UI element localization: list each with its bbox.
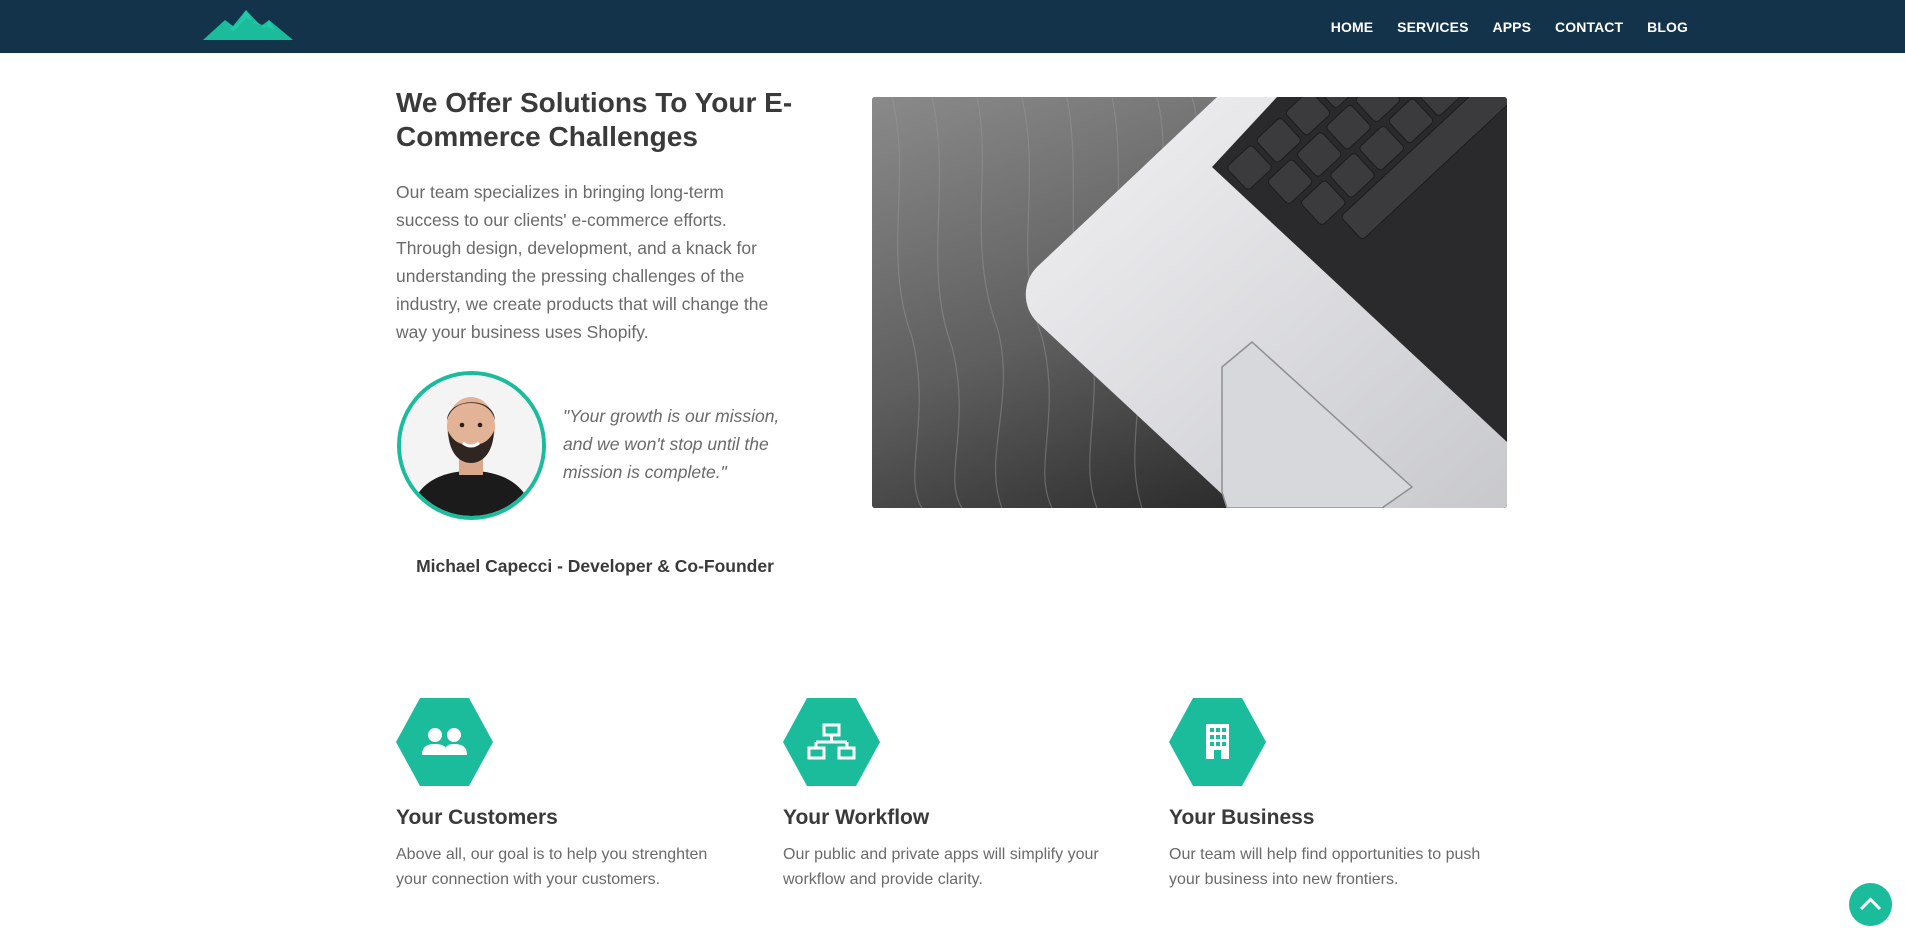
hero-description: Our team specializes in bringing long-te… — [396, 182, 769, 342]
laptop-photo — [872, 97, 1507, 508]
nav-home[interactable]: HOME — [1319, 19, 1385, 35]
hero-title: We Offer Solutions To Your E-Commerce Ch… — [396, 87, 793, 152]
founder-name: Michael Capecci - Developer & Co-Founder — [416, 556, 774, 576]
feature-workflow: Your Workflow Our public and private app… — [783, 698, 1143, 892]
nav-apps[interactable]: APPS — [1481, 19, 1544, 35]
main-nav: HOME SERVICES APPS CONTACT BLOG — [1319, 0, 1700, 53]
mountain-logo[interactable] — [203, 8, 293, 42]
feature-title: Your Workflow — [783, 806, 930, 829]
top-navbar: HOME SERVICES APPS CONTACT BLOG — [0, 0, 1905, 53]
feature-description: Above all, our goal is to help you stren… — [396, 846, 708, 888]
network-icon — [783, 698, 880, 786]
feature-description: Our public and private apps will simplif… — [783, 846, 1099, 888]
nav-services[interactable]: SERVICES — [1385, 19, 1480, 35]
users-icon — [396, 698, 493, 786]
feature-customers: Your Customers Above all, our goal is to… — [396, 698, 756, 892]
founder-avatar — [397, 371, 546, 520]
nav-contact[interactable]: CONTACT — [1543, 19, 1635, 35]
feature-title: Your Business — [1169, 806, 1315, 829]
scroll-top-button[interactable] — [1849, 883, 1892, 926]
nav-blog[interactable]: BLOG — [1635, 19, 1700, 35]
feature-business: Your Business Our team will help find op… — [1169, 698, 1529, 892]
building-icon — [1169, 698, 1266, 786]
chevron-up-icon — [1859, 897, 1882, 911]
founder-quote: "Your growth is our mission, and we won'… — [563, 406, 780, 482]
feature-title: Your Customers — [396, 806, 558, 829]
feature-description: Our team will help find opportunities to… — [1169, 846, 1481, 888]
